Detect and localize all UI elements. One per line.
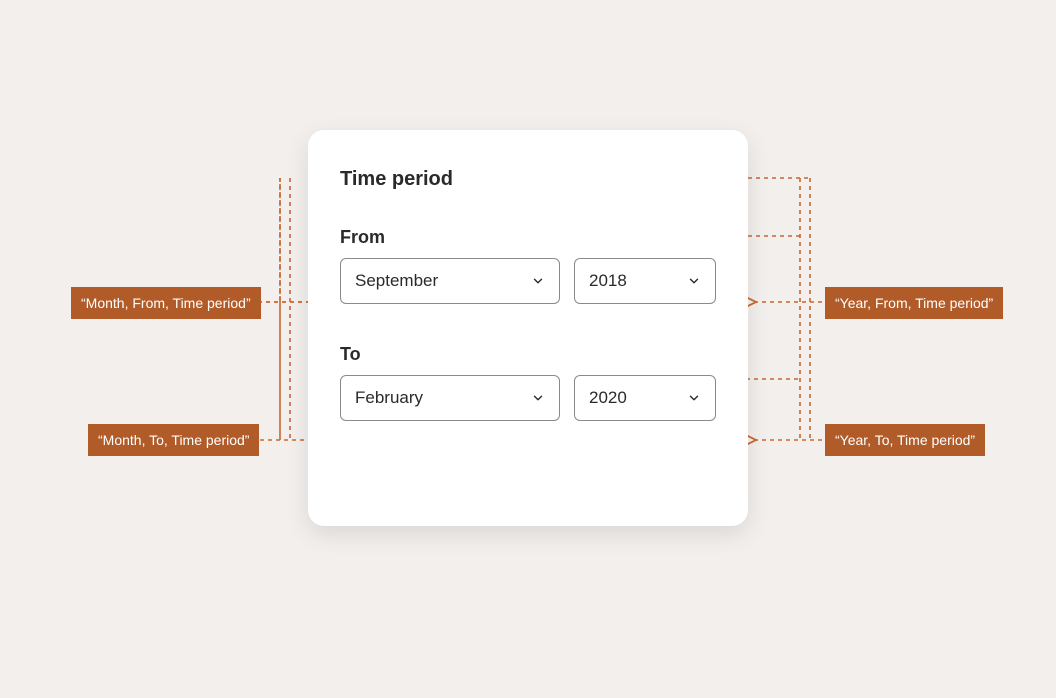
to-month-value: February bbox=[355, 388, 423, 408]
chevron-down-icon bbox=[531, 274, 545, 288]
annotation-to-month: “Month, To, Time period” bbox=[88, 424, 259, 456]
chevron-down-icon bbox=[687, 391, 701, 405]
from-row: September 2018 bbox=[340, 258, 716, 304]
to-row: February 2020 bbox=[340, 375, 716, 421]
annotation-from-year: “Year, From, Time period” bbox=[825, 287, 1003, 319]
from-label: From bbox=[340, 227, 716, 248]
chevron-down-icon bbox=[687, 274, 701, 288]
time-period-card: Time period From September 2018 To Febru… bbox=[308, 130, 748, 526]
from-month-value: September bbox=[355, 271, 438, 291]
annotation-to-year: “Year, To, Time period” bbox=[825, 424, 985, 456]
from-year-value: 2018 bbox=[589, 271, 627, 291]
to-year-select[interactable]: 2020 bbox=[574, 375, 716, 421]
to-year-value: 2020 bbox=[589, 388, 627, 408]
from-year-select[interactable]: 2018 bbox=[574, 258, 716, 304]
to-label: To bbox=[340, 344, 716, 365]
card-title: Time period bbox=[340, 168, 716, 191]
annotation-from-month: “Month, From, Time period” bbox=[71, 287, 261, 319]
to-month-select[interactable]: February bbox=[340, 375, 560, 421]
from-month-select[interactable]: September bbox=[340, 258, 560, 304]
chevron-down-icon bbox=[531, 391, 545, 405]
